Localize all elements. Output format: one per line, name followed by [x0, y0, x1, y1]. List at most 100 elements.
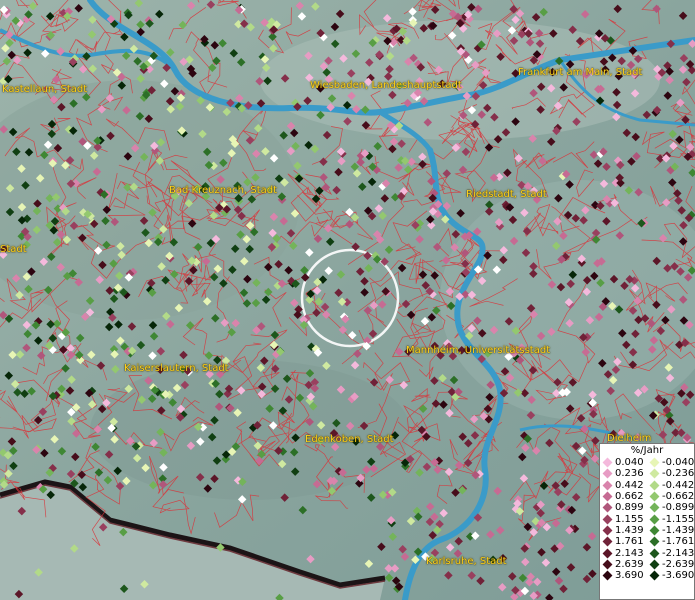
data-point	[385, 64, 394, 74]
data-point	[32, 225, 42, 235]
data-point	[253, 124, 263, 133]
data-point	[397, 263, 407, 273]
data-point	[114, 320, 123, 329]
data-point	[515, 9, 525, 18]
data-point	[271, 364, 280, 374]
data-point	[165, 96, 175, 106]
data-point	[7, 437, 17, 446]
legend-swatch-icon	[649, 525, 660, 536]
data-point	[339, 54, 348, 63]
data-point	[110, 217, 120, 227]
legend-title: %/Jahr	[630, 445, 664, 456]
data-point	[640, 314, 650, 323]
data-point	[348, 331, 357, 340]
data-point	[56, 230, 66, 239]
data-point	[609, 274, 619, 284]
data-point	[427, 177, 436, 186]
data-point	[484, 207, 494, 216]
data-point	[253, 441, 263, 450]
data-point	[22, 320, 32, 330]
data-point	[547, 327, 556, 337]
data-point	[212, 56, 221, 66]
data-point	[670, 262, 679, 271]
data-point	[549, 29, 558, 38]
data-point	[388, 532, 398, 541]
legend-swatch-icon	[602, 536, 613, 547]
data-point	[78, 65, 88, 74]
data-point	[589, 150, 599, 160]
data-point	[522, 226, 532, 236]
data-point	[88, 15, 97, 24]
data-point	[513, 388, 523, 397]
data-point	[40, 49, 50, 58]
data-point	[661, 315, 670, 325]
data-point	[688, 168, 695, 178]
data-point	[461, 147, 471, 157]
data-point	[93, 424, 103, 434]
data-point	[222, 107, 232, 117]
data-point	[427, 312, 437, 322]
data-point	[290, 298, 299, 308]
data-point	[526, 410, 536, 420]
data-point	[388, 144, 397, 154]
legend-item: -0.442	[647, 480, 694, 491]
data-point	[442, 201, 452, 211]
data-point	[57, 384, 66, 394]
data-point	[245, 244, 254, 254]
legend-swatch-icon	[649, 468, 660, 479]
data-point	[155, 9, 164, 19]
data-point	[507, 26, 517, 35]
data-point	[359, 421, 369, 431]
data-point	[613, 4, 622, 14]
data-point	[378, 490, 388, 500]
data-point	[213, 264, 223, 273]
data-point	[115, 271, 124, 281]
data-point	[36, 351, 46, 360]
data-point	[264, 287, 273, 297]
data-point	[628, 347, 638, 357]
data-point	[202, 297, 212, 306]
legend-label: -0.662	[662, 491, 695, 503]
data-point	[676, 267, 685, 276]
data-point	[186, 441, 196, 451]
data-point	[214, 402, 224, 412]
data-point	[20, 389, 29, 398]
data-point	[536, 331, 546, 341]
legend-item: -1.439	[647, 525, 694, 536]
data-point	[489, 325, 499, 335]
data-point	[326, 103, 335, 112]
data-point	[274, 259, 283, 269]
data-point	[361, 105, 370, 114]
data-point	[9, 461, 18, 471]
data-point	[358, 182, 367, 192]
data-point	[602, 217, 611, 226]
data-point	[166, 320, 175, 329]
data-point	[97, 105, 107, 114]
data-point	[615, 231, 625, 240]
data-point	[579, 216, 588, 225]
data-point	[61, 364, 70, 373]
data-point	[647, 319, 656, 328]
map-view[interactable]: Kastellaun, Stadt Wiesbaden, Landeshaupt…	[0, 0, 695, 600]
data-point	[252, 278, 261, 288]
data-point	[72, 429, 81, 438]
data-point	[305, 248, 314, 257]
legend-label: -0.442	[662, 479, 695, 491]
data-point	[226, 403, 235, 413]
data-point	[571, 441, 581, 451]
data-point	[335, 9, 345, 19]
data-point	[498, 583, 507, 592]
city-label-kastellaun: Kastellaun, Stadt	[2, 84, 88, 95]
data-point	[119, 527, 128, 537]
data-point	[445, 408, 454, 418]
legend-label: -1.155	[662, 513, 695, 525]
data-point	[157, 406, 166, 415]
city-label-edenkoben: Edenkoben, Stadt	[305, 434, 394, 445]
data-point	[17, 202, 27, 212]
data-point	[351, 242, 360, 251]
data-point	[233, 408, 242, 417]
data-point	[518, 452, 527, 462]
data-point	[418, 404, 428, 414]
data-point	[656, 326, 666, 336]
data-point	[159, 463, 168, 472]
